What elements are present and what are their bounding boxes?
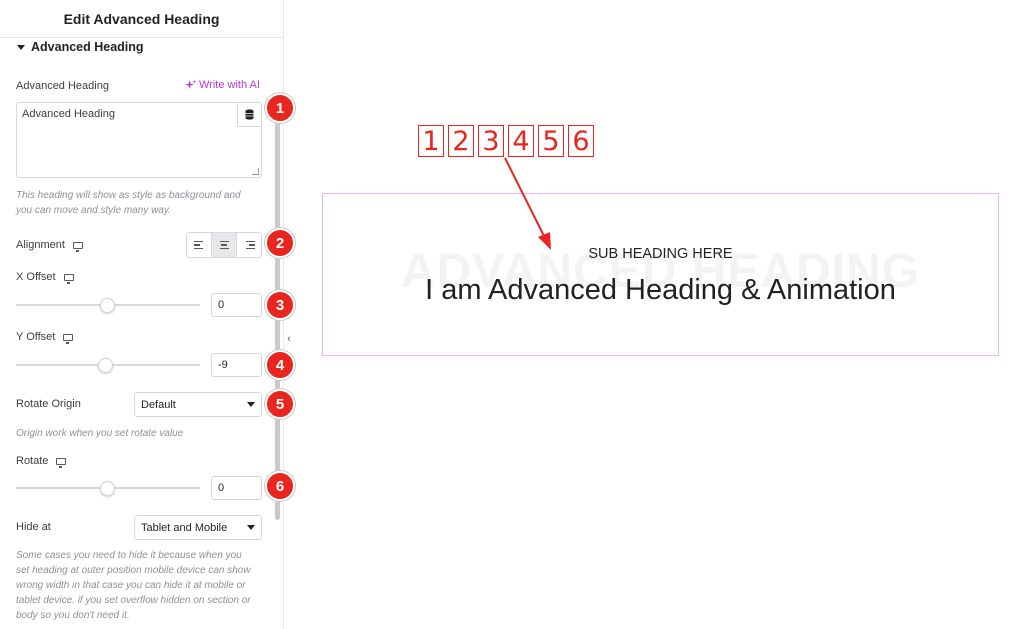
annotation-arrow-icon: [504, 157, 551, 250]
